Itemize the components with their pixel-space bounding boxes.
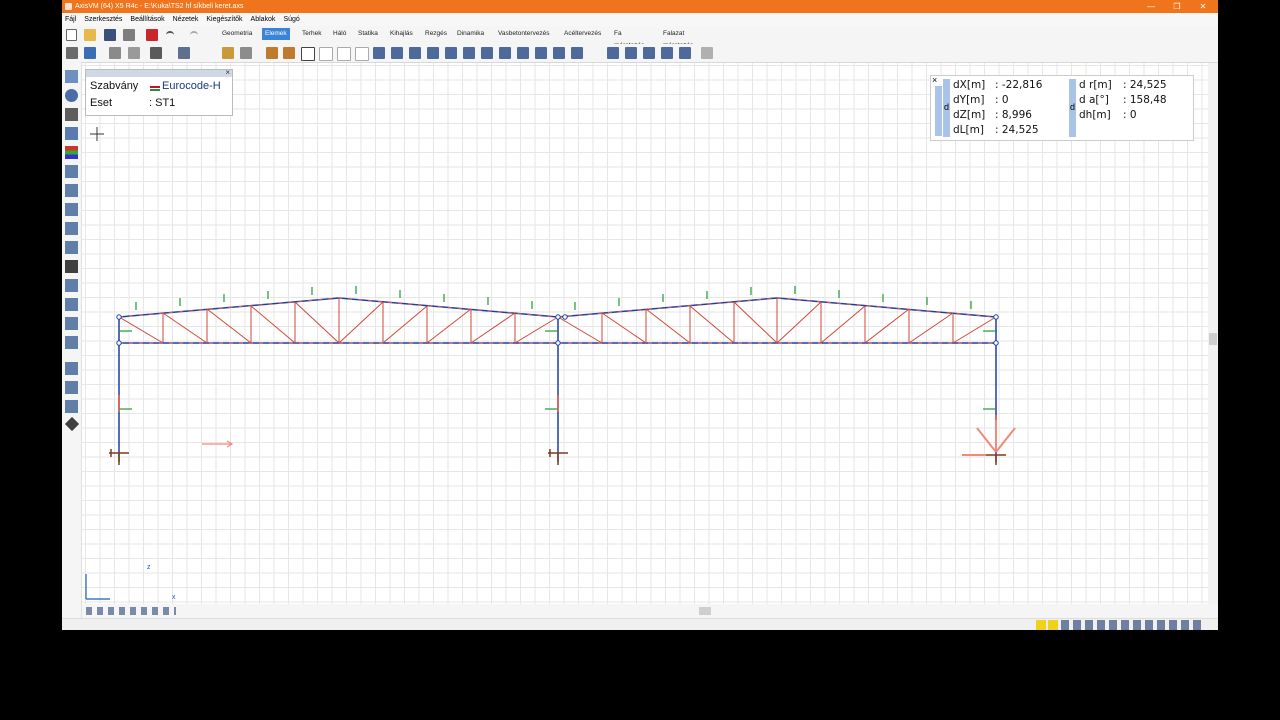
dr-value: : 24,525: [1123, 79, 1167, 91]
grid-toggle-icon[interactable]: [1048, 620, 1058, 630]
standard-label: Szabvány: [90, 80, 139, 92]
dl-value: : 24,525: [995, 124, 1039, 136]
vertical-scrollbar[interactable]: [1208, 63, 1218, 604]
truss-left[interactable]: [118, 297, 559, 344]
horizontal-scroll-thumb[interactable]: [699, 607, 711, 615]
dh-label: dh[m]: [1079, 109, 1111, 121]
axis-label-z: z: [147, 564, 151, 571]
axis-label-x: x: [172, 594, 176, 601]
dz-value: : 8,996: [995, 109, 1032, 121]
da-label: d a[°]: [1079, 94, 1109, 106]
coordinate-axes: [85, 574, 110, 600]
load-arrow: [202, 440, 234, 448]
dy-value: : 0: [995, 94, 1009, 106]
polar-indicator: d: [1070, 102, 1076, 112]
dr-label: d r[m]: [1079, 79, 1112, 91]
vertical-scroll-thumb[interactable]: [1209, 333, 1217, 345]
info-panel: × Szabvány Eurocode-H Eset : ST1: [85, 68, 233, 116]
dz-label: dZ[m]: [953, 109, 986, 121]
coordinate-panel: × d dX[m] : -22,816 dY[m] : 0 dZ[m] : 8,…: [930, 75, 1194, 141]
dl-label: dL[m]: [953, 124, 984, 136]
dx-value: : -22,816: [995, 79, 1043, 91]
status-bar: [62, 618, 1218, 630]
da-value: : 158,48: [1123, 94, 1167, 106]
dy-label: dY[m]: [953, 94, 985, 106]
dx-label: dX[m]: [953, 79, 986, 91]
truss-right[interactable]: [557, 297, 997, 344]
relative-indicator: d: [944, 102, 950, 112]
case-value: : ST1: [149, 97, 176, 109]
status-tools-icon[interactable]: [1061, 620, 1201, 630]
horizontal-scrollbar[interactable]: [82, 604, 1218, 618]
snap-toggle-icon[interactable]: [1036, 620, 1046, 630]
info-panel-close-icon[interactable]: ×: [225, 68, 230, 77]
coordinate-panel-close-icon[interactable]: ×: [932, 75, 937, 85]
dh-value: : 0: [1123, 109, 1137, 121]
cursor-crosshair-icon: [90, 127, 104, 141]
standard-value: Eurocode-H: [162, 80, 221, 92]
app-window: AxisVM (64) X5 R4c - E:\Kuka\TS2 hf síkb…: [62, 0, 1218, 630]
zoom-tools-icon[interactable]: [86, 607, 176, 615]
reaction-arrows: [962, 420, 1016, 456]
case-label: Eset: [90, 97, 113, 109]
support-right[interactable]: [986, 454, 1006, 465]
